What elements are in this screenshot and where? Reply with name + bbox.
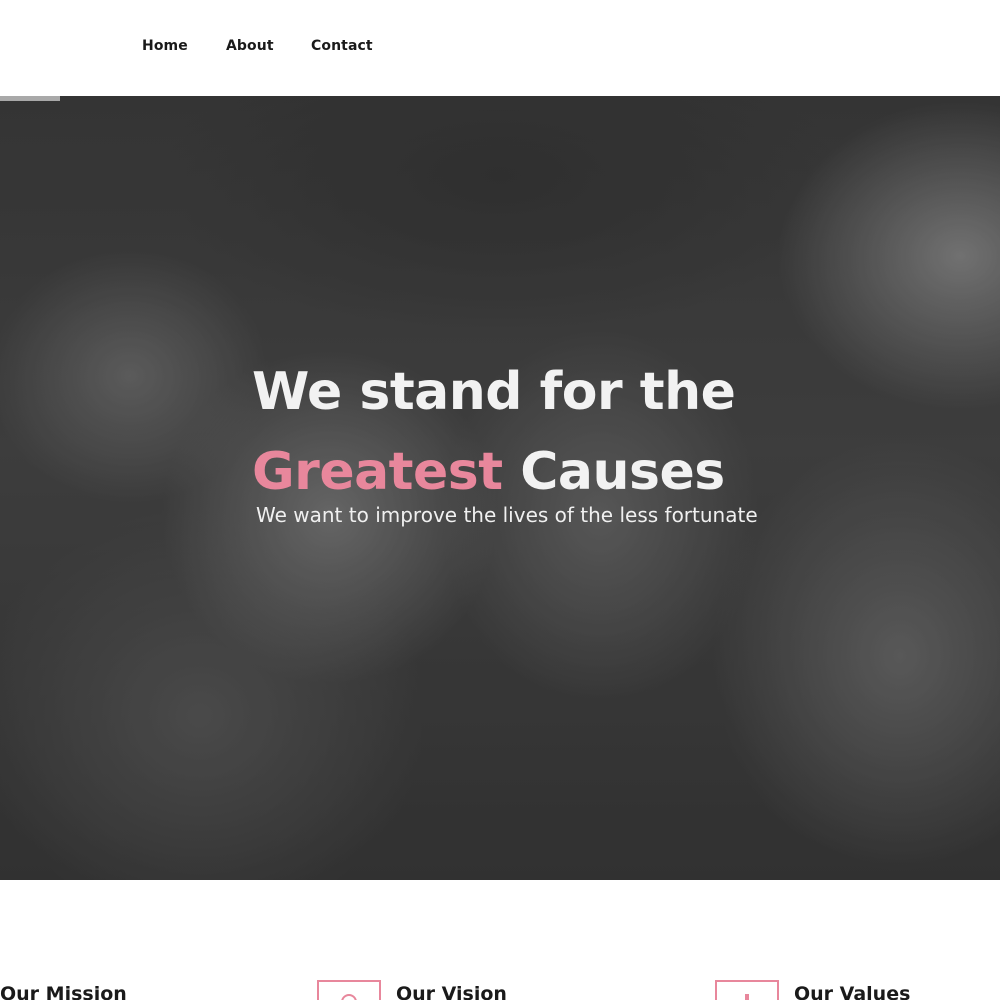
values-icon <box>715 980 779 1000</box>
feature-title-vision: Our Vision <box>396 983 507 1000</box>
nav-contact-link[interactable]: Contact <box>311 38 373 54</box>
top-navigation: Home About Contact <box>0 0 1000 96</box>
headline-line-1: We stand for the <box>252 362 736 422</box>
headline-accent-word: Greatest <box>252 442 503 502</box>
nav-home-link[interactable]: Home <box>142 38 188 54</box>
hero-banner: We stand for the Greatest Causes We want… <box>0 96 1000 880</box>
vision-icon <box>317 980 381 1000</box>
nav-about-link[interactable]: About <box>226 38 274 54</box>
headline-rest: Causes <box>520 442 725 502</box>
feature-title-mission: Our Mission <box>0 983 127 1000</box>
features-section: Our Mission Our Vision Our Values <box>0 880 1000 1000</box>
hero-subtitle: We want to improve the lives of the less… <box>256 503 758 527</box>
hero-headline: We stand for the Greatest Causes <box>252 352 812 512</box>
feature-title-values: Our Values <box>794 983 911 1000</box>
